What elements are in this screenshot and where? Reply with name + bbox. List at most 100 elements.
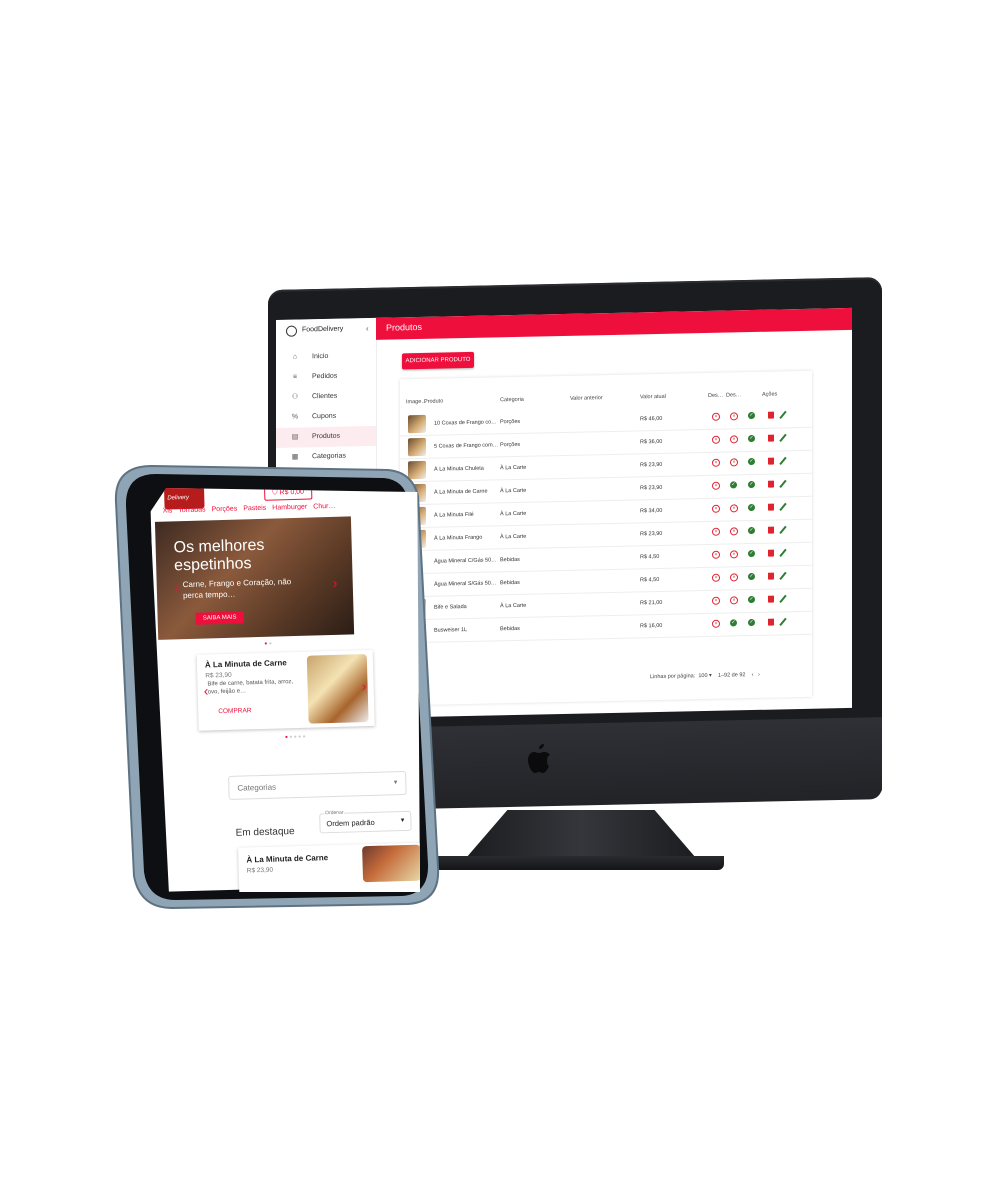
sidebar-item-2[interactable]: ⚇ Clientes [276,386,376,408]
edit-icon[interactable] [779,433,787,443]
check-icon[interactable]: ✓ [748,549,755,558]
delete-icon[interactable] [768,480,774,488]
apple-logo-icon [528,744,550,773]
check-icon[interactable]: ✓ [748,480,755,489]
delete-icon[interactable] [768,411,774,419]
sidebar-item-1[interactable]: ≡ Pedidos [276,366,376,388]
category-tab[interactable]: Porções [212,506,238,514]
check-icon[interactable]: ✓ [730,481,737,489]
category-tab[interactable]: Pasteis [243,505,266,513]
card-next-icon[interactable]: › [361,678,366,694]
column-header[interactable]: Valor atual [640,394,666,401]
card-dots[interactable]: ● ● ● ● ● [285,734,306,741]
sidebar-item-4[interactable]: ▤ Produtos [276,425,376,448]
cancel-icon[interactable]: × [712,435,720,444]
column-header[interactable]: Valor anterior [570,395,603,402]
column-header[interactable]: Des… [726,392,741,398]
edit-icon[interactable] [779,617,787,627]
check-icon[interactable]: ✓ [748,411,755,420]
cancel-icon[interactable]: × [730,435,738,444]
cancel-icon[interactable]: × [730,596,738,605]
category-tab[interactable]: Chur… [313,503,335,511]
product-list-card[interactable]: À La Minuta de Carne R$ 23,90 [238,842,420,892]
add-product-button[interactable]: ADICIONAR PRODUTO [402,351,474,370]
cancel-icon[interactable]: × [712,550,720,559]
delete-icon[interactable] [768,618,774,626]
delete-icon[interactable] [768,526,774,534]
cancel-icon[interactable]: × [712,573,720,582]
cancel-icon[interactable]: × [730,412,738,421]
category-tab[interactable]: Xis [163,507,173,514]
check-icon[interactable]: ✓ [748,457,755,466]
check-icon[interactable]: ✓ [748,503,755,512]
edit-icon[interactable] [779,410,787,420]
list-card-image [362,844,420,883]
edit-icon[interactable] [779,548,787,558]
cancel-icon[interactable]: × [712,458,720,467]
product-category: À La Carte [500,533,527,541]
cancel-icon[interactable]: × [712,504,720,513]
cancel-icon[interactable]: × [712,412,720,421]
check-icon[interactable]: ✓ [748,595,755,604]
edit-icon[interactable] [779,479,787,489]
column-header[interactable]: Produto [424,398,443,404]
cancel-icon[interactable]: × [730,527,738,536]
column-header[interactable]: Des… [708,393,723,399]
delete-icon[interactable] [768,503,774,511]
cancel-icon[interactable]: × [730,504,738,513]
product-price: R$ 34,00 [640,507,663,515]
cancel-icon[interactable]: × [712,481,720,490]
sidebar-item-0[interactable]: ⌂ Inicio [276,346,376,368]
cancel-icon[interactable]: × [730,573,738,582]
card-prev-icon[interactable]: ‹ [203,682,208,698]
column-header[interactable]: Ações [762,391,777,397]
check-icon[interactable]: ✓ [748,526,755,535]
list-icon: ≡ [292,373,298,381]
percent-icon: % [291,413,299,421]
delete-icon[interactable] [768,549,774,557]
delete-icon[interactable] [768,434,774,442]
promo-banner[interactable]: Os melhores espetinhos Carne, Frango e C… [154,516,355,640]
delete-icon[interactable] [768,457,774,465]
prev-page-icon[interactable]: ‹ [752,672,754,678]
collapse-chevron-icon[interactable]: ‹ [366,324,369,333]
cancel-icon[interactable]: × [712,527,720,536]
banner-cta-button[interactable]: SAIBA MAIS [195,611,244,625]
banner-next-icon[interactable]: › [332,575,337,591]
category-tab[interactable]: Torradas [178,506,205,514]
edit-icon[interactable] [779,502,787,512]
buy-button[interactable]: COMPRAR [218,707,251,715]
product-icon: ▤ [291,433,299,441]
edit-icon[interactable] [779,456,787,466]
categories-select[interactable]: Categorias ▾ [228,770,407,800]
cancel-icon[interactable]: × [730,458,738,467]
edit-icon[interactable] [779,594,787,604]
product-category: À La Carte [500,487,527,495]
featured-product-card[interactable]: À La Minuta de Carne R$ 23,90 Bife de ca… [196,649,375,731]
cancel-icon[interactable]: × [712,596,720,605]
chevron-down-icon: ▾ [393,779,398,787]
edit-icon[interactable] [779,525,787,535]
cancel-icon[interactable]: × [730,550,738,559]
check-icon[interactable]: ✓ [748,618,755,627]
cancel-icon[interactable]: × [712,619,720,628]
sidebar-item-3[interactable]: % Cupons [276,406,376,428]
brand-name: FoodDelivery [302,325,344,334]
check-icon[interactable]: ✓ [730,619,737,627]
edit-icon[interactable] [779,571,787,581]
table-pagination: Linhas por página: 100 ▾ 1–92 de 92 ‹ › [650,671,760,681]
column-header[interactable]: Categoria [500,397,524,403]
banner-prev-icon[interactable]: ‹ [175,579,180,595]
rows-per-page-select[interactable]: 100 [698,673,707,679]
category-tab[interactable]: Hamburger [272,504,307,512]
product-category: À La Carte [500,602,527,610]
check-icon[interactable]: ✓ [748,572,755,581]
order-select[interactable]: Ordenar Ordem padrão ▾ [319,809,412,834]
banner-dots[interactable]: ● ● [264,641,272,647]
whatsapp-icon [286,325,297,337]
delete-icon[interactable] [768,595,774,603]
check-icon[interactable]: ✓ [748,434,755,443]
product-category: Bebidas [500,579,520,587]
delete-icon[interactable] [768,572,774,580]
next-page-icon[interactable]: › [758,672,760,678]
